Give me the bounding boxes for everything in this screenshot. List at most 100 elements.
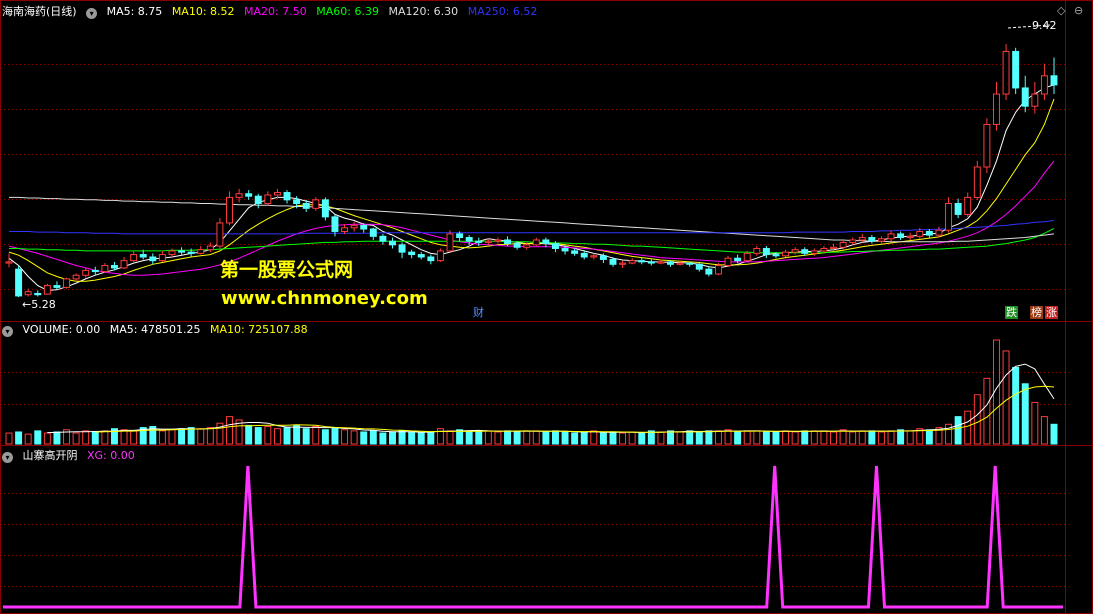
signal-line: [3, 465, 1063, 609]
candle-body: [1002, 50, 1010, 95]
finance-marker[interactable]: 财: [472, 306, 485, 319]
candle-body: [139, 254, 147, 258]
volume-bar: [197, 428, 205, 445]
diamond-icon[interactable]: ◇: [1057, 4, 1065, 17]
volume-bar: [302, 428, 310, 445]
volume-bar: [772, 431, 780, 445]
volume-bar: [810, 430, 818, 445]
ma-line-ma60: [9, 227, 1055, 254]
candle-body: [379, 235, 387, 242]
chart-canvas: [0, 0, 1093, 614]
volume-bar: [964, 410, 972, 445]
stock-title[interactable]: 海南海药(日线): [2, 5, 77, 18]
candle-body: [475, 240, 483, 243]
volume-bar: [53, 431, 61, 445]
candle-body: [389, 240, 396, 246]
dropdown-icon[interactable]: ▾: [86, 8, 98, 19]
candle-body: [226, 196, 233, 224]
watermark-title: 第一股票公式网: [220, 259, 354, 281]
volume-bar: [341, 429, 349, 445]
candle-body: [24, 291, 32, 296]
volume-bar: [446, 430, 454, 445]
ma-line-ma250: [9, 220, 1055, 235]
volume-bar: [389, 431, 396, 445]
candle-body: [551, 243, 559, 249]
volume-bar: [599, 432, 607, 445]
candle-body: [1050, 75, 1058, 86]
volume-bar: [293, 424, 301, 445]
candle-body: [465, 237, 473, 242]
rise-rank-badge[interactable]: 涨: [1045, 306, 1058, 319]
candle-body: [331, 216, 339, 232]
candle-body: [341, 227, 349, 232]
candle-body: [1012, 50, 1020, 89]
volume-bar: [360, 431, 368, 445]
volume-bar: [120, 429, 128, 445]
volume-bar: [513, 431, 521, 445]
candle-body: [82, 269, 90, 276]
candle-body: [15, 268, 23, 297]
candle-body: [657, 261, 665, 264]
volume-bar: [15, 431, 23, 445]
candle-body: [436, 250, 444, 262]
candle-body: [820, 247, 828, 252]
candle-body: [590, 255, 598, 258]
candle-body: [254, 195, 262, 204]
volume-bar: [408, 431, 416, 445]
volume-bar: [312, 425, 320, 445]
candle-body: [504, 239, 512, 245]
volume-bar: [657, 431, 665, 445]
ma250-label: MA250: 6.52: [467, 5, 538, 18]
volume-bar: [379, 432, 387, 445]
candle-body: [599, 255, 607, 260]
volume-bar: [753, 430, 761, 445]
volume-bar: [465, 431, 473, 445]
volume-bar: [1040, 416, 1048, 445]
candle-body: [350, 224, 358, 229]
candle-body: [580, 252, 588, 258]
volume-bar: [782, 430, 790, 445]
candle-body: [427, 256, 435, 262]
candle-body: [494, 239, 502, 242]
volume-bar: [91, 431, 99, 445]
candle-body: [897, 233, 905, 239]
volume-bar: [226, 416, 233, 445]
volume-bar: [954, 416, 962, 445]
low-price-label: ←5.28: [22, 298, 56, 311]
candle-body: [839, 241, 847, 248]
rank-badge[interactable]: 榜: [1030, 306, 1043, 319]
indicator-value: XG: 0.00: [87, 449, 135, 462]
candle-body: [695, 263, 703, 270]
expand-icon[interactable]: ⊖: [1074, 4, 1083, 17]
dropdown-icon[interactable]: ▾: [2, 452, 13, 463]
candle-body: [667, 261, 674, 265]
candle-body: [293, 199, 301, 204]
volume-bar: [830, 431, 837, 445]
candle-body: [791, 249, 799, 253]
candle-body: [638, 260, 646, 263]
candle-body: [705, 268, 713, 275]
volume-bar: [906, 430, 914, 445]
volume-ma5-line: [47, 363, 1055, 434]
volume-bar: [667, 430, 674, 445]
candle-body: [283, 192, 291, 201]
volume-panel-header: ▾ VOLUME: 0.00 MA5: 478501.25 MA10: 7251…: [2, 323, 314, 339]
candle-body: [245, 193, 253, 197]
candle-body: [408, 251, 416, 256]
drop-rank-badge[interactable]: 跌: [1005, 306, 1018, 319]
volume-bar: [647, 430, 655, 445]
dropdown-icon[interactable]: ▾: [2, 326, 13, 337]
volume-bar: [130, 430, 138, 445]
candle-body: [964, 196, 972, 215]
candle-body: [312, 199, 320, 209]
volume-label: VOLUME: 0.00: [22, 323, 101, 336]
candle-body: [446, 233, 454, 252]
candle-body: [561, 247, 569, 252]
candle-body: [676, 262, 684, 265]
volume-bar: [686, 430, 694, 445]
ma5-label: MA5: 8.75: [106, 5, 163, 18]
volume-bar: [868, 430, 876, 445]
candle-body: [53, 285, 61, 288]
candle-body: [235, 193, 243, 198]
volume-bar: [695, 431, 703, 445]
